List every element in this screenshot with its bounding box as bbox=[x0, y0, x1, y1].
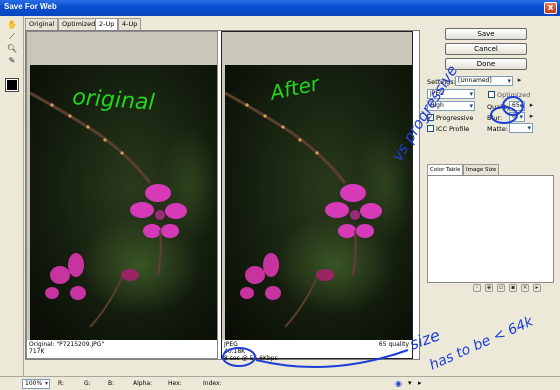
tab-color-table[interactable]: Color Table bbox=[427, 164, 464, 175]
eyedropper-tool-icon[interactable]: ✎ bbox=[6, 56, 18, 66]
hand-tool-icon[interactable]: ✋ bbox=[6, 20, 18, 30]
optimized-label: Optimized bbox=[497, 91, 531, 99]
tab-optimized[interactable]: Optimized bbox=[58, 18, 100, 30]
zoom-select[interactable]: 100% bbox=[22, 379, 50, 389]
done-button[interactable]: Done bbox=[445, 58, 527, 70]
tool-palette: ✋ ⟋ 🔍︎ ✎ bbox=[0, 16, 24, 378]
eyedropper-color-swatch[interactable] bbox=[5, 78, 19, 92]
optimized-size: 40.18K bbox=[224, 348, 246, 355]
quality-input[interactable]: 65 bbox=[509, 101, 525, 111]
green-readout-label: G: bbox=[84, 380, 91, 387]
map-color-icon[interactable]: ◦ bbox=[473, 284, 481, 292]
matte-select[interactable] bbox=[509, 123, 533, 133]
tab-4-up[interactable]: 4-Up bbox=[118, 18, 142, 30]
browser-menu-arrow-icon[interactable]: ▾ bbox=[408, 379, 412, 387]
original-filename: Original: "P7215209.JPG" bbox=[29, 341, 105, 348]
delete-color-icon[interactable]: × bbox=[521, 284, 529, 292]
quality-slider-arrow-icon[interactable]: ▸ bbox=[527, 101, 536, 110]
blur-label: Blur: bbox=[487, 114, 503, 122]
settings-label: Settings: bbox=[427, 78, 456, 86]
web-shift-icon[interactable]: ◈ bbox=[485, 284, 493, 292]
save-button[interactable]: Save bbox=[445, 28, 527, 40]
icc-profile-checkbox[interactable] bbox=[427, 125, 434, 132]
original-size: 717K bbox=[29, 348, 45, 355]
tab-2-up[interactable]: 2-Up bbox=[95, 18, 119, 30]
alpha-readout-label: Alpha: bbox=[133, 380, 153, 387]
compression-select[interactable]: High bbox=[427, 101, 475, 111]
original-image[interactable] bbox=[30, 65, 217, 340]
tab-image-size[interactable]: Image Size bbox=[463, 164, 500, 175]
color-table[interactable] bbox=[427, 175, 554, 283]
progressive-checkbox[interactable]: ✓ bbox=[427, 114, 434, 121]
icc-profile-label: ICC Profile bbox=[436, 125, 470, 133]
lock-color-icon[interactable]: ▫ bbox=[497, 284, 505, 292]
optimized-quality: 65 quality bbox=[378, 341, 409, 348]
tab-original[interactable]: Original bbox=[25, 18, 59, 30]
settings-menu-arrow-icon[interactable]: ▸ bbox=[515, 76, 524, 85]
red-readout-label: R: bbox=[58, 380, 65, 387]
optimized-pane[interactable]: JPEG 40.18K 8 sec @ 56.6Kbps 65 quality bbox=[221, 31, 413, 362]
color-table-toolbar: ◦ ◈ ▫ ▪ × ▸ bbox=[427, 283, 554, 293]
cancel-button[interactable]: Cancel bbox=[445, 43, 527, 55]
original-pane[interactable]: Original: "P7215209.JPG" 717K bbox=[26, 31, 218, 359]
optimized-info: JPEG 40.18K 8 sec @ 56.6Kbps 65 quality bbox=[222, 340, 412, 362]
title-bar: Save For Web x bbox=[0, 0, 560, 16]
optimized-download-time: 8 sec @ 56.6Kbps bbox=[224, 355, 278, 362]
optimized-image[interactable] bbox=[225, 65, 412, 340]
format-select[interactable]: JPEG bbox=[427, 89, 475, 99]
original-info: Original: "P7215209.JPG" 717K bbox=[27, 340, 217, 358]
blur-input[interactable]: 0 bbox=[509, 112, 525, 122]
blue-readout-label: B: bbox=[108, 380, 115, 387]
optimized-checkbox[interactable] bbox=[488, 91, 495, 98]
window-title: Save For Web bbox=[4, 2, 57, 11]
slice-select-tool-icon[interactable]: ⟋ bbox=[6, 32, 18, 42]
close-button[interactable]: x bbox=[544, 2, 557, 14]
browser-preview-icon[interactable]: ◉ bbox=[395, 379, 402, 388]
status-bar: 100% R: G: B: Alpha: Hex: Index: ◉ ▾ ▸ bbox=[0, 376, 560, 390]
preview-menu-arrow-icon[interactable]: ▸ bbox=[418, 379, 422, 387]
settings-preset-select[interactable]: [Unnamed] bbox=[455, 76, 513, 86]
zoom-tool-icon[interactable]: 🔍︎ bbox=[6, 44, 18, 54]
new-color-icon[interactable]: ▪ bbox=[509, 284, 517, 292]
progressive-label: Progressive bbox=[436, 114, 474, 122]
hex-readout-label: Hex: bbox=[168, 380, 182, 387]
index-readout-label: Index: bbox=[203, 380, 222, 387]
settings-panel: Save Cancel Done Settings: [Unnamed] ▸ J… bbox=[421, 16, 560, 378]
blur-slider-arrow-icon[interactable]: ▸ bbox=[527, 112, 536, 121]
color-table-menu-icon[interactable]: ▸ bbox=[533, 284, 541, 292]
orchid-photo-original bbox=[30, 65, 217, 340]
matte-label: Matte: bbox=[487, 125, 508, 133]
orchid-photo-optimized bbox=[225, 65, 412, 340]
